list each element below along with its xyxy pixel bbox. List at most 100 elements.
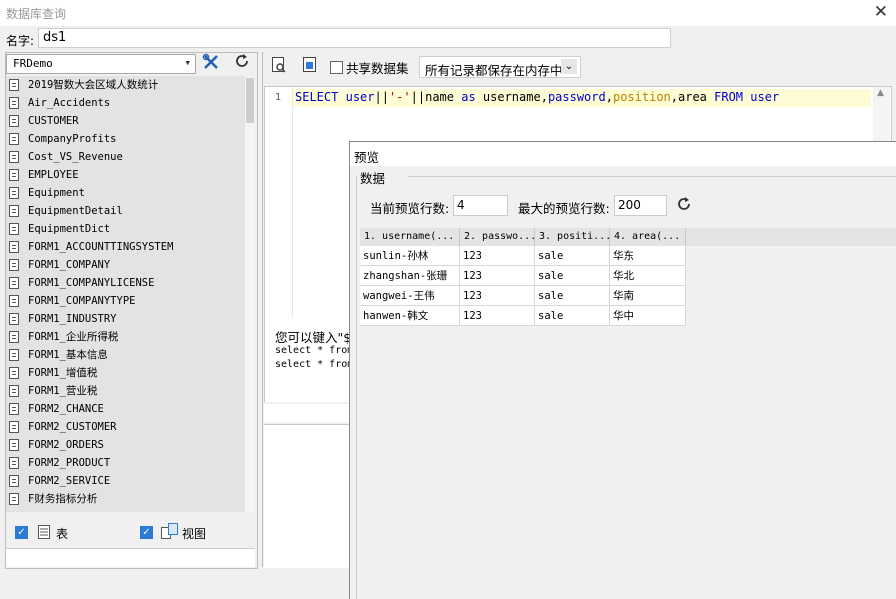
table-list-item[interactable]: FORM1_COMPANY bbox=[6, 256, 245, 274]
table-list[interactable]: 2019智数大会区域人数统计 Air_Accidents CUSTOMER Compa… bbox=[6, 76, 245, 512]
table-list-item[interactable]: FORM1_增值税 bbox=[6, 364, 245, 382]
table-list-item[interactable]: FORM1_ACCOUNTTINGSYSTEM bbox=[6, 238, 245, 256]
cache-mode-value: 所有记录都保存在内存中 bbox=[425, 63, 563, 78]
sql-text[interactable]: SELECT user||'-'||name as username,passw… bbox=[295, 90, 779, 104]
table-list-item[interactable]: 2019智数大会区域人数统计 bbox=[6, 76, 245, 94]
table-list-item[interactable]: Cost_VS_Revenue bbox=[6, 148, 245, 166]
connection-value: FRDemo bbox=[13, 57, 53, 70]
table-cell[interactable]: sale bbox=[535, 246, 610, 266]
table-cell[interactable]: 华南 bbox=[610, 286, 686, 306]
table-cell[interactable]: 华东 bbox=[610, 246, 686, 266]
sql-token: name bbox=[425, 90, 454, 104]
column-header[interactable]: 2. passwo... bbox=[460, 228, 535, 246]
table-name: FORM2_SERVICE bbox=[28, 475, 111, 487]
table-list-item[interactable]: FORM2_PRODUCT bbox=[6, 454, 245, 472]
table-list-item[interactable]: FORM2_SERVICE bbox=[6, 472, 245, 490]
table-cell[interactable]: zhangshan-张珊 bbox=[360, 266, 460, 286]
chevron-up-icon[interactable]: ▲ bbox=[877, 88, 884, 98]
view-type-icon bbox=[161, 523, 179, 542]
table-icon bbox=[9, 223, 19, 235]
table-list-item[interactable]: EquipmentDetail bbox=[6, 202, 245, 220]
table-list-item[interactable]: FORM1_营业税 bbox=[6, 382, 245, 400]
table-cell[interactable]: 123 bbox=[460, 306, 535, 326]
sql-token: '-' bbox=[388, 90, 411, 104]
table-list-item[interactable]: FORM1_企业所得税 bbox=[6, 328, 245, 346]
table-list-item[interactable]: EquipmentDict bbox=[6, 220, 245, 238]
table-name: FORM2_CHANCE bbox=[28, 403, 104, 415]
connection-select[interactable]: FRDemo ▾ bbox=[6, 54, 196, 74]
views-checkbox[interactable]: ✓ bbox=[140, 526, 153, 539]
table-name: EquipmentDict bbox=[28, 223, 111, 235]
table-list-item[interactable]: Equipment bbox=[6, 184, 245, 202]
table-icon bbox=[9, 277, 19, 289]
table-cell[interactable]: sale bbox=[535, 306, 610, 326]
sql-token: as bbox=[461, 90, 476, 104]
table-list-item[interactable]: FORM1_基本信息 bbox=[6, 346, 245, 364]
parameter-icon[interactable] bbox=[300, 56, 320, 76]
table-cell[interactable]: 华中 bbox=[610, 306, 686, 326]
table-list-item[interactable]: CompanyProfits bbox=[6, 130, 245, 148]
table-name: F财务指标分析 bbox=[28, 493, 98, 505]
tables-label: 表 bbox=[56, 527, 69, 541]
table-list-item[interactable]: FORM1_INDUSTRY bbox=[6, 310, 245, 328]
chevron-down-icon: ▾ bbox=[184, 56, 191, 69]
table-icon bbox=[9, 367, 19, 379]
table-search-input[interactable] bbox=[6, 548, 255, 567]
table-icon bbox=[9, 313, 19, 325]
table-cell[interactable]: sunlin-孙林 bbox=[360, 246, 460, 266]
table-icon bbox=[9, 421, 19, 433]
hint-example: select * from bbox=[275, 345, 354, 356]
table-list-item[interactable]: FORM1_COMPANYTYPE bbox=[6, 292, 245, 310]
table-cell[interactable]: sale bbox=[535, 266, 610, 286]
sql-token: ,area bbox=[670, 90, 715, 104]
scrollbar-thumb[interactable] bbox=[246, 78, 254, 123]
table-list-item[interactable]: FORM1_COMPANYLICENSE bbox=[6, 274, 245, 292]
table-icon bbox=[9, 295, 19, 307]
table-list-item[interactable]: EMPLOYEE bbox=[6, 166, 245, 184]
table-list-scrollbar[interactable] bbox=[245, 76, 255, 512]
table-icon bbox=[9, 331, 19, 343]
preview-sql-icon[interactable] bbox=[269, 56, 289, 76]
column-header[interactable]: 1. username(... bbox=[360, 228, 460, 246]
sql-token: , bbox=[605, 90, 613, 104]
table-cell[interactable]: sale bbox=[535, 286, 610, 306]
table-name: Cost_VS_Revenue bbox=[28, 151, 123, 163]
table-list-item[interactable]: F财务指标分析 bbox=[6, 490, 245, 508]
table-icon bbox=[9, 151, 19, 163]
table-cell[interactable]: 123 bbox=[460, 266, 535, 286]
refresh-icon[interactable] bbox=[232, 53, 252, 73]
panel-divider[interactable] bbox=[262, 52, 263, 567]
table-list-item[interactable]: FORM2_CHANCE bbox=[6, 400, 245, 418]
table-list-item[interactable]: FORM2_CUSTOMER bbox=[6, 418, 245, 436]
tables-checkbox[interactable]: ✓ bbox=[15, 526, 28, 539]
table-cell[interactable]: hanwen-韩文 bbox=[360, 306, 460, 326]
table-list-item[interactable]: Air_Accidents bbox=[6, 94, 245, 112]
max-rows-label: 最大的预览行数: bbox=[518, 201, 610, 216]
connection-settings-icon[interactable] bbox=[201, 53, 221, 73]
table-cell[interactable]: 123 bbox=[460, 286, 535, 306]
table-name: 2019智数大会区域人数统计 bbox=[28, 79, 159, 91]
table-cell[interactable]: 123 bbox=[460, 246, 535, 266]
current-rows-input[interactable]: 4 bbox=[453, 195, 508, 216]
window-title: 数据库查询 bbox=[6, 7, 67, 21]
parameter-panel bbox=[264, 424, 354, 568]
column-header[interactable]: 4. area(... bbox=[610, 228, 686, 246]
table-name: FORM2_CUSTOMER bbox=[28, 421, 117, 433]
shared-dataset-checkbox[interactable] bbox=[330, 61, 343, 74]
name-input[interactable]: ds1 bbox=[38, 28, 671, 48]
table-name: Air_Accidents bbox=[28, 97, 111, 109]
table-cell[interactable]: wangwei-王伟 bbox=[360, 286, 460, 306]
preview-title-bar: 预览 bbox=[350, 142, 896, 166]
table-list-item[interactable]: CUSTOMER bbox=[6, 112, 245, 130]
refresh-icon[interactable] bbox=[676, 196, 692, 216]
cache-mode-select[interactable]: 所有记录都保存在内存中 ⌄ bbox=[419, 56, 581, 78]
table-name: FORM2_PRODUCT bbox=[28, 457, 111, 469]
table-name: FORM2_ORDERS bbox=[28, 439, 104, 451]
current-rows-label: 当前预览行数: bbox=[370, 201, 450, 216]
max-rows-input[interactable]: 200 bbox=[614, 195, 667, 216]
table-list-item[interactable]: FORM2_ORDERS bbox=[6, 436, 245, 454]
column-header[interactable]: 3. positi... bbox=[535, 228, 610, 246]
table-cell[interactable]: 华北 bbox=[610, 266, 686, 286]
table-name: FORM1_COMPANY bbox=[28, 259, 111, 271]
close-icon[interactable]: ✕ bbox=[874, 2, 888, 22]
